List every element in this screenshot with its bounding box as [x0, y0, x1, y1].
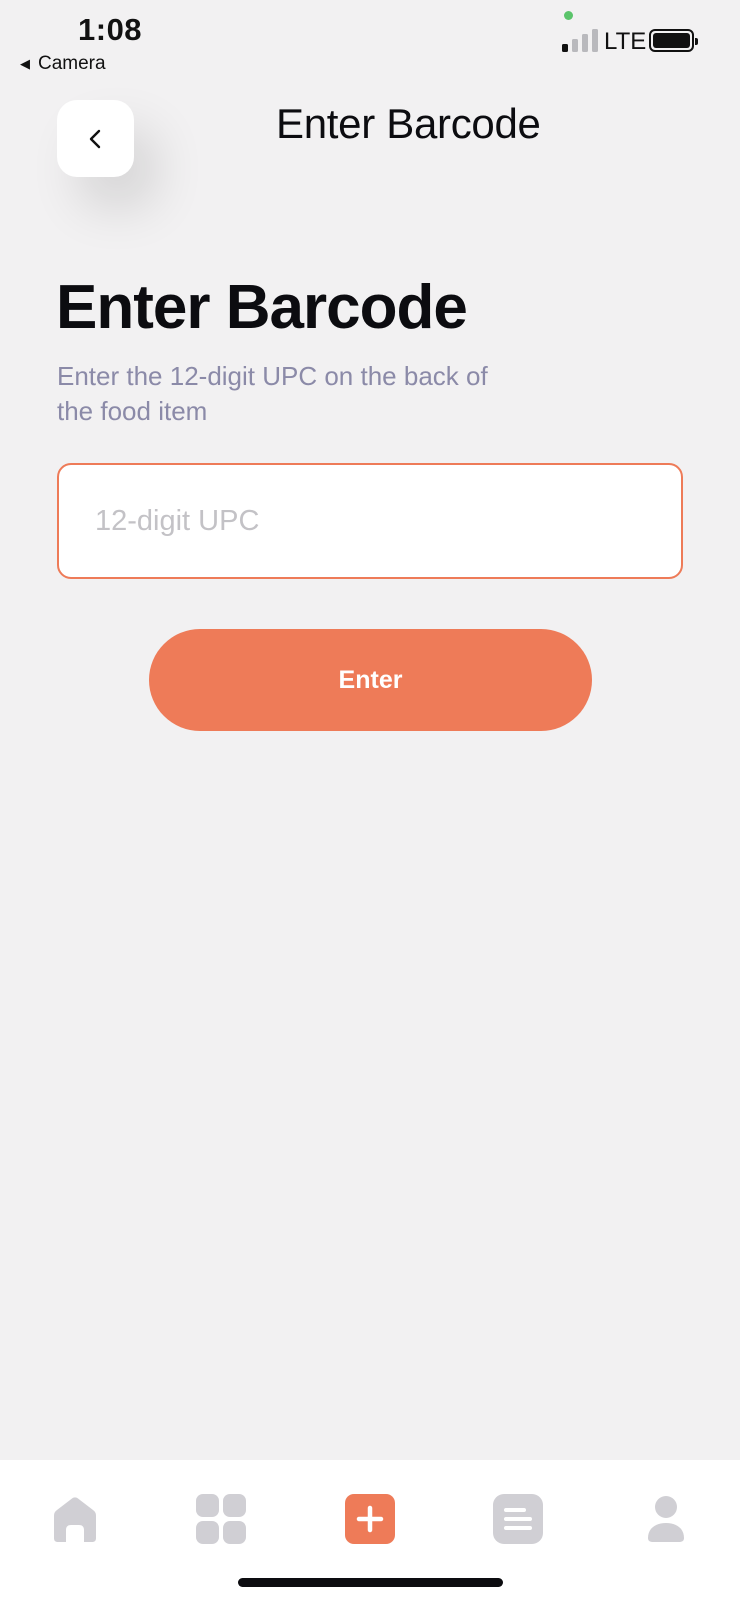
home-indicator — [238, 1578, 503, 1587]
upc-field[interactable] — [57, 463, 683, 579]
chevron-left-icon — [89, 129, 100, 148]
back-app-label: Camera — [38, 53, 106, 74]
tab-log[interactable] — [491, 1492, 545, 1546]
back-to-app-link[interactable]: ◀ Camera — [20, 53, 106, 75]
home-icon — [54, 1497, 96, 1542]
battery-icon — [649, 29, 698, 52]
tab-home[interactable] — [48, 1492, 102, 1546]
tab-dashboard[interactable] — [194, 1492, 248, 1546]
page-subtitle: Enter the 12-digit UPC on the back of th… — [57, 361, 488, 426]
add-icon — [345, 1494, 395, 1544]
profile-icon — [648, 1496, 684, 1542]
grid-icon — [196, 1494, 246, 1544]
camera-in-use-indicator — [564, 11, 573, 20]
list-icon — [493, 1494, 543, 1544]
network-type-label: LTE — [604, 28, 647, 55]
cellular-signal-icon — [562, 28, 598, 52]
back-button[interactable] — [57, 100, 134, 177]
enter-button[interactable]: Enter — [149, 629, 592, 731]
page-title: Enter Barcode — [56, 273, 468, 342]
tab-profile[interactable] — [639, 1492, 693, 1546]
back-triangle-icon: ◀ — [20, 56, 30, 71]
header-title: Enter Barcode — [276, 100, 541, 147]
upc-input[interactable] — [95, 504, 645, 538]
status-time: 1:08 — [78, 12, 143, 47]
tab-add[interactable] — [343, 1492, 397, 1546]
